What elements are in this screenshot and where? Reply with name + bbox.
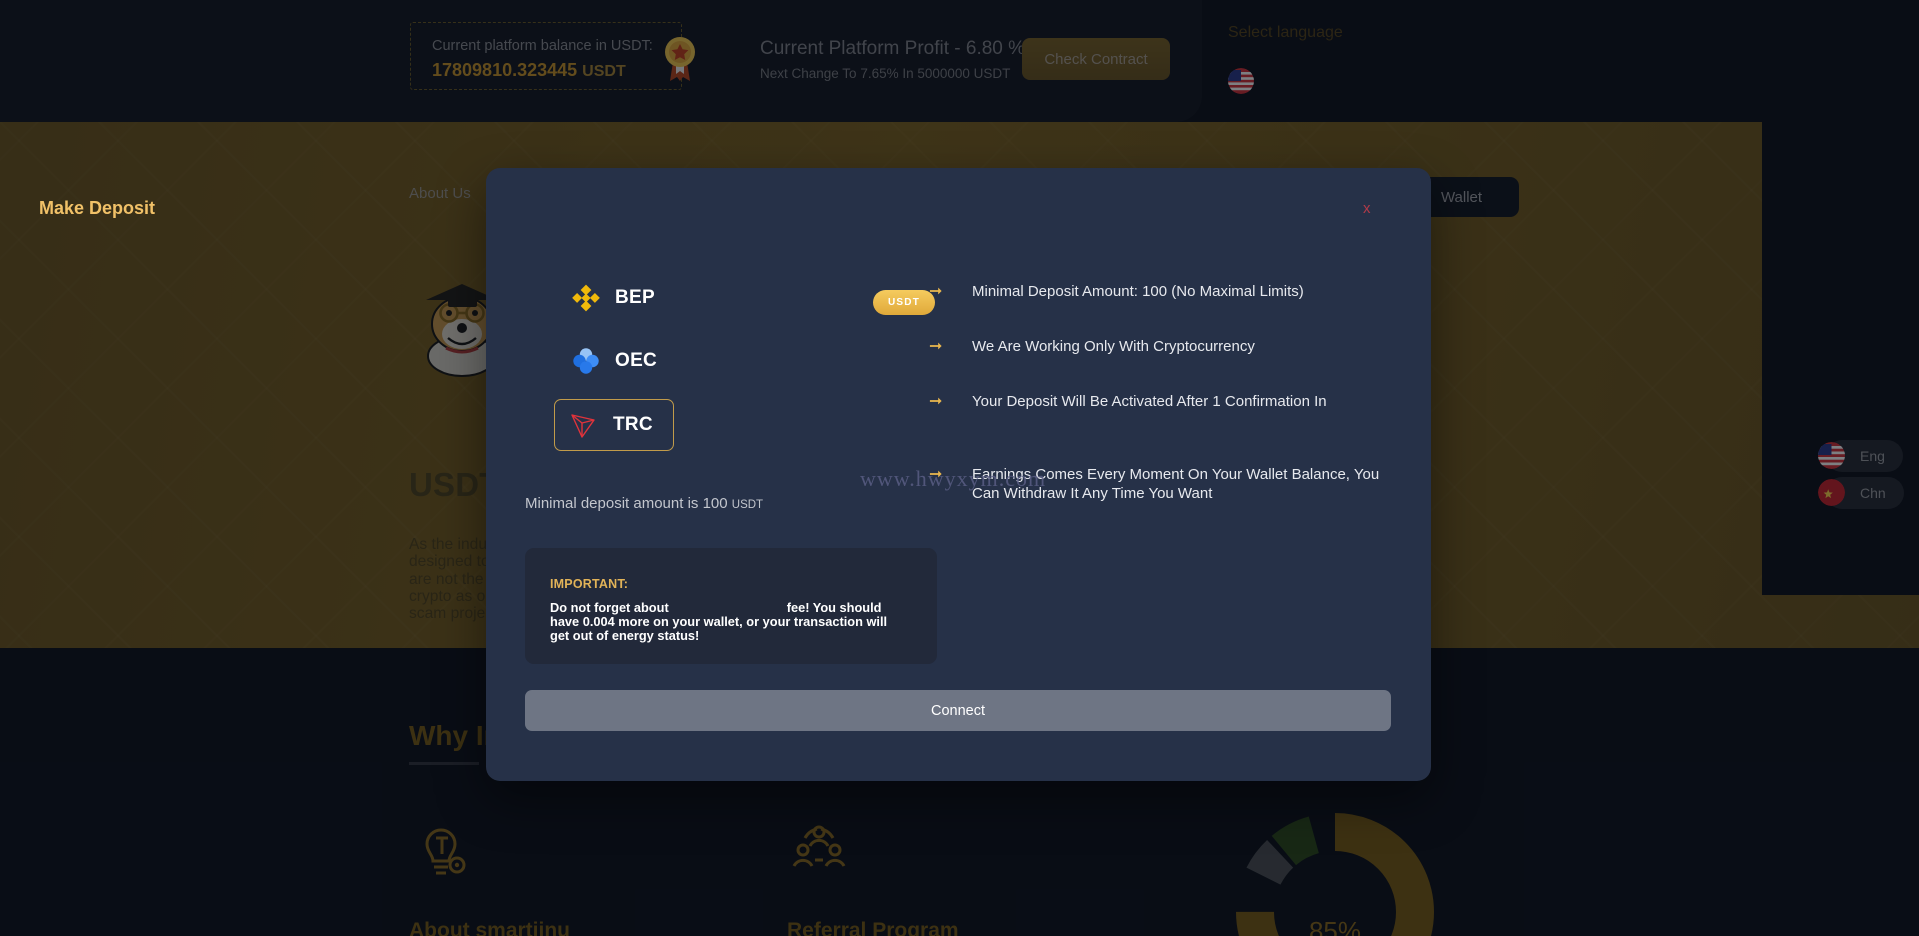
list-item-text: Earnings Comes Every Moment On Your Wall… <box>972 466 1380 502</box>
tron-icon <box>571 414 595 438</box>
network-option-bep[interactable]: BEP <box>556 272 670 324</box>
okex-chain-icon <box>573 348 599 374</box>
network-label: OEC <box>615 350 658 371</box>
important-heading: IMPORTANT: <box>550 577 629 591</box>
minimal-deposit-text: Minimal deposit amount is 100 <box>525 495 732 512</box>
important-body-before: Do not forget about <box>550 600 669 615</box>
usdt-token-badge: USDT <box>873 290 935 315</box>
network-label: BEP <box>615 287 655 308</box>
network-option-trc[interactable]: TRC <box>554 399 674 451</box>
network-label: TRC <box>613 414 653 435</box>
arrow-right-icon: ➞ <box>929 338 943 355</box>
important-body: Do not forget about fee! You should have … <box>550 601 900 643</box>
list-item-text: Your Deposit Will Be Activated After 1 C… <box>972 393 1327 410</box>
usdt-badge-label: USDT <box>887 297 921 308</box>
arrow-right-icon: ➞ <box>929 283 943 300</box>
connect-button[interactable]: Connect <box>525 690 1391 731</box>
minimal-deposit-note: Minimal deposit amount is 100 USDT <box>525 495 763 512</box>
list-item-text: Minimal Deposit Amount: 100 (No Maximal … <box>972 283 1304 300</box>
arrow-right-icon: ➞ <box>929 466 943 483</box>
deposit-info-list: ➞ Minimal Deposit Amount: 100 (No Maxima… <box>929 282 1402 503</box>
list-item: ➞ We Are Working Only With Cryptocurrenc… <box>929 337 1402 356</box>
close-icon[interactable]: x <box>1363 200 1371 217</box>
list-item: ➞ Minimal Deposit Amount: 100 (No Maxima… <box>929 282 1402 301</box>
list-item: ➞ Your Deposit Will Be Activated After 1… <box>929 392 1402 411</box>
page-root: Current platform balance in USDT: 178098… <box>0 0 1919 936</box>
binance-icon <box>572 284 600 312</box>
modal-title: Make Deposit <box>39 198 156 218</box>
list-item-text: We Are Working Only With Cryptocurrency <box>972 338 1255 355</box>
minimal-deposit-unit: USDT <box>731 499 764 511</box>
list-item: ➞ Earnings Comes Every Moment On Your Wa… <box>929 465 1402 503</box>
network-option-oec[interactable]: OEC <box>556 335 672 387</box>
arrow-right-icon: ➞ <box>929 393 943 410</box>
